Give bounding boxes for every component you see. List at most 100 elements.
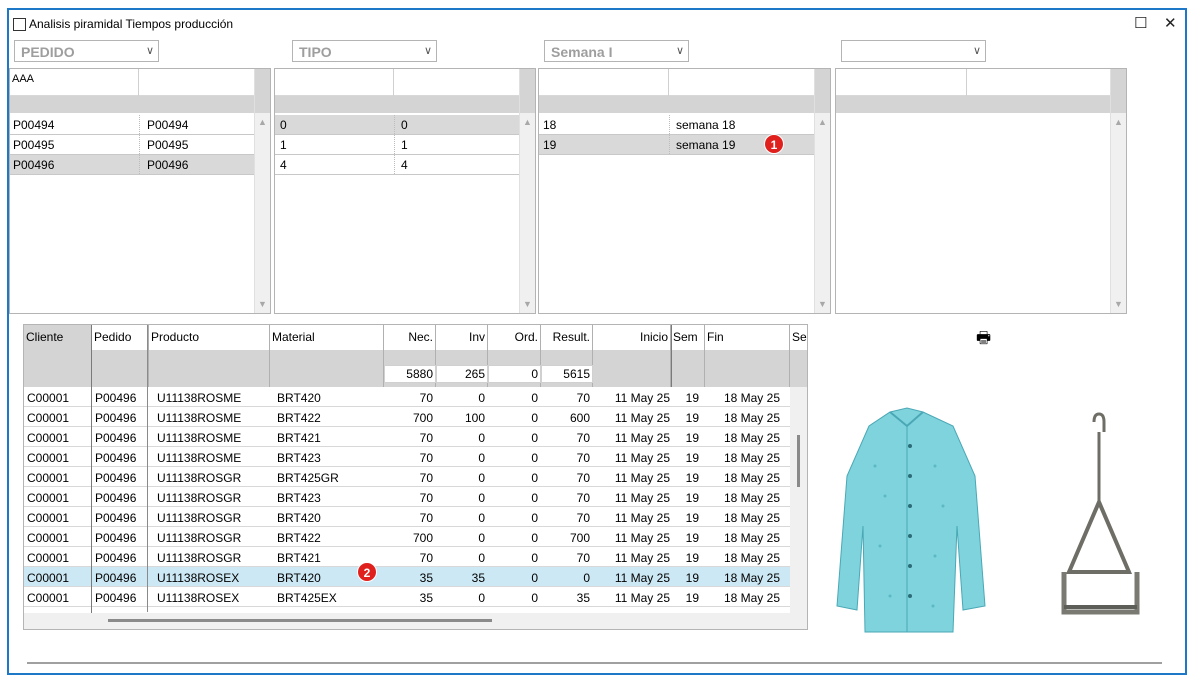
tipo-grid-header-2 xyxy=(394,69,520,96)
semana-grid-header-2 xyxy=(669,69,815,96)
table-row[interactable]: C00001 P00496 U11138ROSME BRT422 700 100 0 600 1… xyxy=(24,407,790,427)
cell: 1 xyxy=(401,138,408,152)
table-row[interactable]: C00001 P00496 U11138ROSEX BRT425EX 35 0 0 35 11 … xyxy=(24,587,790,607)
cell-pedido: P00496 xyxy=(95,391,137,405)
filter-semana[interactable]: Semana I ∨ xyxy=(544,40,689,62)
table-row[interactable]: C00001 P00496 U11138ROSME BRT421 70 0 0 70 11 Ma… xyxy=(24,427,790,447)
pedido-grid-header-2 xyxy=(139,69,255,96)
cell-nec: 70 xyxy=(419,551,433,565)
vertical-scrollbar[interactable]: ▲ ▼ xyxy=(519,69,535,313)
cell-sem: 19 xyxy=(685,431,699,445)
vertical-scrollbar[interactable]: ▲ ▼ xyxy=(254,69,270,313)
cell-pedido: P00496 xyxy=(95,491,137,505)
scroll-down-icon[interactable]: ▼ xyxy=(523,299,532,309)
cell: semana 19 xyxy=(676,138,736,152)
cell-result: 700 xyxy=(569,531,590,545)
filter-tipo[interactable]: TIPO ∨ xyxy=(292,40,437,62)
scroll-down-icon[interactable]: ▼ xyxy=(1114,299,1123,309)
table-row[interactable]: C00001 P00496 U11138ROSGR BRT422 700 0 0 700 11 … xyxy=(24,527,790,547)
cell-producto: U11138ROSME xyxy=(157,391,242,405)
cell: P00496 xyxy=(13,158,55,172)
table-row[interactable]: C00001 P00496 U11138ROSEX BRT420 35 35 0 0 11 Ma… xyxy=(24,567,790,587)
list-item-selected[interactable]: 0 0 xyxy=(275,115,520,135)
table-row[interactable]: C00001 P00496 U11138ROSME BRT420 70 0 0 70 11 Ma… xyxy=(24,387,790,407)
scroll-up-icon[interactable]: ▲ xyxy=(523,117,532,127)
table-horizontal-scrollbar[interactable] xyxy=(24,613,807,629)
scroll-up-icon[interactable]: ▲ xyxy=(818,117,827,127)
cell-cliente: C00001 xyxy=(27,451,70,465)
scroll-down-icon[interactable]: ▼ xyxy=(258,299,267,309)
scroll-thumb[interactable] xyxy=(108,619,492,622)
cell-sem: 19 xyxy=(685,451,699,465)
cell: P00495 xyxy=(13,138,55,152)
title-checkbox[interactable] xyxy=(13,18,26,31)
scroll-up-icon[interactable]: ▲ xyxy=(258,117,267,127)
window-title: Analisis piramidal Tiempos producción xyxy=(29,17,234,31)
cell-ord: 0 xyxy=(531,411,538,425)
cell-nec: 70 xyxy=(419,491,433,505)
cell-sem: 19 xyxy=(685,471,699,485)
filter-empty[interactable]: ∨ xyxy=(841,40,986,62)
close-button[interactable]: ✕ xyxy=(1164,14,1177,32)
cell-material: BRT421 xyxy=(277,431,321,445)
cell-result: 70 xyxy=(576,391,590,405)
vertical-scrollbar[interactable]: ▲ ▼ xyxy=(1110,69,1126,313)
cell-cliente: C00001 xyxy=(27,571,70,585)
empty-grid-header-1 xyxy=(836,69,967,96)
cell-ord: 0 xyxy=(531,471,538,485)
cell-result: 70 xyxy=(576,451,590,465)
production-table: Cliente Pedido Producto Material Nec. In… xyxy=(23,324,808,630)
cell-fin: 18 May 25 xyxy=(723,531,780,545)
table-vertical-scrollbar[interactable] xyxy=(790,387,807,613)
cell-pedido: P00496 xyxy=(95,431,137,445)
cell-fin: 18 May 25 xyxy=(723,591,780,605)
list-item-selected[interactable]: P00496 P00496 xyxy=(10,155,255,175)
cell-inv: 0 xyxy=(478,511,485,525)
cell-inicio: 11 May 25 xyxy=(614,551,670,565)
vertical-scrollbar[interactable]: ▲ ▼ xyxy=(814,69,830,313)
table-row[interactable]: C00001 P00496 U11138ROSGR BRT425GR 70 0 0 70 11 … xyxy=(24,467,790,487)
cell: 1 xyxy=(280,138,287,152)
cell-result: 70 xyxy=(576,491,590,505)
cell-nec: 70 xyxy=(419,511,433,525)
cell-nec: 700 xyxy=(412,411,433,425)
cell-producto: U11138ROSEX xyxy=(157,591,240,605)
cell-inicio: 11 May 25 xyxy=(614,451,670,465)
filter-pedido[interactable]: PEDIDO ∨ xyxy=(14,40,159,62)
tipo-grid-header-1 xyxy=(275,69,394,96)
cell-fin: 18 May 25 xyxy=(723,391,780,405)
tipo-grid: 0 0 1 1 4 4 ▲ ▼ xyxy=(274,68,536,314)
total-inv: 265 xyxy=(436,365,488,383)
table-row[interactable]: C00001 P00496 U11138ROSGR BRT420 70 0 0 70 11 Ma… xyxy=(24,507,790,527)
cell-fin: 18 May 25 xyxy=(723,411,780,425)
list-item[interactable]: P00495 P00495 xyxy=(10,135,255,155)
table-row[interactable]: C00001 P00496 U11138ROSGR BRT423 70 0 0 70 11 Ma… xyxy=(24,487,790,507)
cell-inv: 0 xyxy=(478,591,485,605)
scroll-down-icon[interactable]: ▼ xyxy=(818,299,827,309)
table-row[interactable]: C00001 P00496 U11138ROSME BRT423 70 0 0 70 11 Ma… xyxy=(24,447,790,467)
list-item[interactable]: P00494 P00494 xyxy=(10,115,255,135)
table-row[interactable]: C00001 P00496 U11138ROSGR BRT421 70 0 0 70 11 Ma… xyxy=(24,547,790,567)
cell-inv: 0 xyxy=(478,531,485,545)
empty-grid: ▲ ▼ xyxy=(835,68,1127,314)
cell-inicio: 11 May 25 xyxy=(614,431,670,445)
cell-result: 600 xyxy=(569,411,590,425)
cell-fin: 18 May 25 xyxy=(723,431,780,445)
cell-nec: 35 xyxy=(419,571,433,585)
printer-icon[interactable]: 🖶 xyxy=(976,327,991,354)
list-item[interactable]: 18 semana 18 xyxy=(539,115,815,135)
cell-sem: 19 xyxy=(685,391,699,405)
cell-producto: U11138ROSME xyxy=(157,431,242,445)
cell-fin: 18 May 25 xyxy=(723,551,780,565)
cell-fin: 18 May 25 xyxy=(723,471,780,485)
scroll-up-icon[interactable]: ▲ xyxy=(1114,117,1123,127)
scroll-thumb[interactable] xyxy=(797,435,800,487)
cell-material: BRT425EX xyxy=(277,591,337,605)
list-item[interactable]: 1 1 xyxy=(275,135,520,155)
list-item[interactable]: 4 4 xyxy=(275,155,520,175)
cell-inicio: 11 May 25 xyxy=(614,411,670,425)
content-area: PEDIDO ∨ TIPO ∨ Semana I ∨ ∨ AAA P00494 … xyxy=(9,36,1185,673)
maximize-button[interactable]: ☐ xyxy=(1134,14,1147,32)
cell-cliente: C00001 xyxy=(27,391,70,405)
cell-fin: 18 May 25 xyxy=(723,451,780,465)
